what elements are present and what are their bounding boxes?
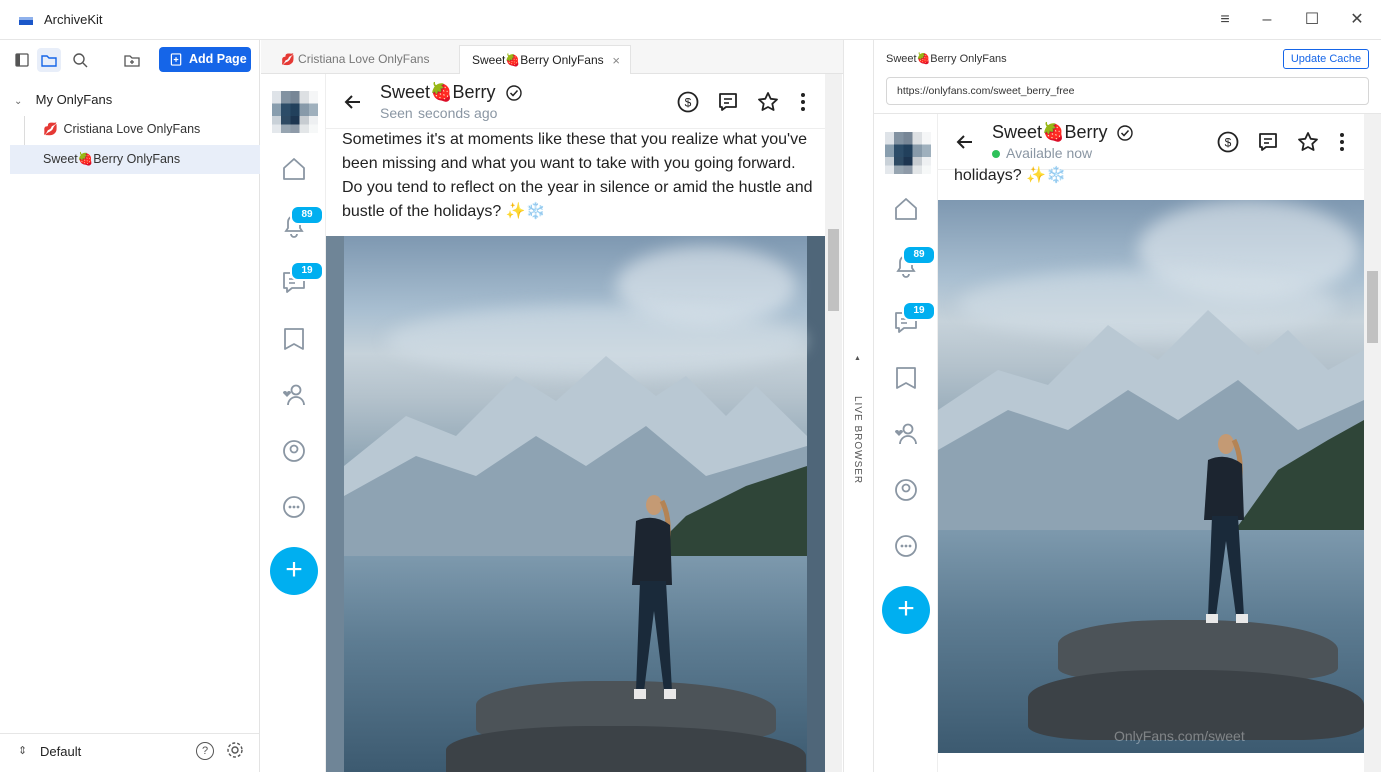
online-status-dot (992, 150, 1000, 158)
maximize-button[interactable]: ☐ (1299, 8, 1325, 32)
new-post-plus-button[interactable]: + (882, 586, 930, 634)
back-arrow-icon[interactable] (953, 130, 977, 154)
subscriptions-heart-user-icon[interactable] (891, 419, 921, 449)
update-cache-button[interactable]: Update Cache (1283, 49, 1369, 69)
tip-dollar-icon[interactable]: $ (1216, 130, 1240, 154)
tree-item-sweet-berry[interactable]: Sweet🍓Berry OnlyFans (10, 145, 260, 174)
kebab-menu-icon[interactable] (791, 90, 815, 114)
title-bar: ArchiveKit ≡ – ☐ ✕ (0, 0, 1381, 40)
app-title: ArchiveKit (44, 12, 103, 27)
home-icon[interactable] (891, 194, 921, 224)
svg-text:$: $ (685, 96, 692, 110)
notifications-badge: 89 (902, 245, 936, 265)
new-folder-icon[interactable] (120, 48, 144, 72)
live-page-title: Sweet🍓Berry OnlyFans (886, 53, 1007, 65)
live-browser-header: Sweet🍓Berry OnlyFans Update Cache https:… (874, 40, 1381, 114)
tab-label: Cristiana Love OnlyFans (298, 52, 430, 66)
collections-bookmark-icon[interactable] (891, 363, 921, 393)
profile-icon[interactable] (891, 475, 921, 505)
post-photo[interactable]: OnlyFans.com/sweet (938, 200, 1364, 753)
add-page-icon (170, 53, 182, 66)
svg-text:$: $ (1225, 136, 1232, 150)
tree-item-label: Cristiana Love OnlyFans (63, 122, 201, 136)
notifications-badge: 89 (290, 205, 324, 225)
folder-icon[interactable] (37, 48, 61, 72)
close-window-button[interactable]: ✕ (1344, 8, 1370, 32)
collections-bookmark-icon[interactable] (279, 324, 309, 354)
back-arrow-icon[interactable] (341, 90, 365, 114)
profile-name[interactable]: Sweet🍓Berry (992, 122, 1107, 143)
home-icon[interactable] (279, 154, 309, 184)
live-browser-divider[interactable]: ▲ LIVE BROWSER (843, 40, 874, 772)
tree-item-cristiana[interactable]: 💋 Cristiana Love OnlyFans (10, 115, 260, 144)
settings-gear-icon[interactable] (225, 740, 245, 760)
sidebar-footer: ⇕ Default ? (0, 733, 259, 772)
user-avatar[interactable] (272, 91, 318, 133)
more-options-icon[interactable] (891, 531, 921, 561)
minimize-button[interactable]: – (1254, 8, 1280, 32)
right-profile-header: Sweet🍓Berry Available now $ (938, 114, 1364, 170)
left-scrollbar-thumb[interactable] (828, 229, 839, 311)
favorite-star-icon[interactable] (756, 90, 780, 114)
url-field[interactable]: https://onlyfans.com/sweet_berry_free (886, 77, 1369, 105)
menu-button[interactable]: ≡ (1212, 8, 1238, 32)
kebab-menu-icon[interactable] (1330, 130, 1354, 154)
verified-icon (506, 85, 522, 101)
left-profile-header: Sweet🍓Berry Seen seconds ago $ (326, 74, 825, 129)
post-actions-row (938, 753, 1364, 772)
tip-dollar-icon[interactable]: $ (676, 90, 700, 114)
tab-cristiana[interactable]: 💋 Cristiana Love OnlyFans (269, 45, 459, 74)
chevron-down-icon: ⌄ (14, 96, 23, 107)
more-options-icon[interactable] (279, 492, 309, 522)
post-photo[interactable] (326, 236, 825, 772)
post-caption: Sometimes it's at moments like these tha… (342, 131, 813, 220)
tree-group-label: My OnlyFans (35, 92, 113, 107)
new-post-plus-button[interactable]: + (270, 547, 318, 595)
lips-icon: 💋 (43, 122, 58, 136)
toggle-sidebar-icon[interactable] (10, 48, 34, 72)
user-avatar[interactable] (885, 132, 931, 174)
help-icon[interactable]: ? (196, 742, 214, 760)
expand-updown-icon[interactable]: ⇕ (18, 744, 27, 757)
profile-selector[interactable]: Default (40, 744, 81, 759)
watermark-text: OnlyFans.com/sweet (1114, 728, 1245, 744)
tab-close-icon[interactable]: × (612, 46, 620, 75)
message-icon[interactable] (1256, 130, 1280, 154)
post-caption-fragment: holidays? ✨❄️ (954, 167, 1066, 184)
left-nav-rail: 89 19 + (261, 74, 326, 772)
left-scrollbar[interactable] (825, 74, 842, 772)
message-icon[interactable] (716, 90, 740, 114)
tab-label: Sweet🍓Berry OnlyFans (472, 53, 604, 67)
subscriptions-heart-user-icon[interactable] (279, 380, 309, 410)
messages-badge: 19 (902, 301, 936, 321)
last-seen-prefix: Seen (380, 105, 413, 121)
last-seen-text: seconds ago (418, 105, 498, 121)
lips-icon: 💋 (281, 54, 295, 66)
search-icon[interactable] (68, 48, 92, 72)
availability-status: Available now (1006, 145, 1093, 161)
tab-sweet-berry[interactable]: Sweet🍓Berry OnlyFans × (459, 45, 631, 74)
add-page-label: Add Page (189, 52, 247, 66)
profile-icon[interactable] (279, 436, 309, 466)
tab-bar: 💋 Cristiana Love OnlyFans Sweet🍓Berry On… (261, 40, 843, 74)
favorite-star-icon[interactable] (1296, 130, 1320, 154)
app-logo-icon (19, 17, 33, 25)
tree-item-label: Sweet🍓Berry OnlyFans (43, 152, 181, 166)
add-page-button[interactable]: Add Page (159, 47, 251, 72)
person-figure (1204, 434, 1248, 623)
live-browser-label: LIVE BROWSER (852, 396, 863, 485)
right-scrollbar[interactable] (1364, 114, 1381, 772)
right-nav-rail: 89 19 + (874, 114, 938, 772)
profile-name[interactable]: Sweet🍓Berry (380, 82, 495, 103)
person-figure (632, 495, 676, 699)
sidebar: Add Page ⌄ My OnlyFans 💋 Cristiana Love … (0, 40, 260, 772)
messages-badge: 19 (290, 261, 324, 281)
verified-icon (1117, 125, 1133, 141)
tree-group-my-onlyfans[interactable]: ⌄ My OnlyFans (14, 92, 112, 107)
right-scrollbar-thumb[interactable] (1367, 271, 1378, 343)
collapse-arrow-icon[interactable]: ▲ (854, 355, 861, 362)
